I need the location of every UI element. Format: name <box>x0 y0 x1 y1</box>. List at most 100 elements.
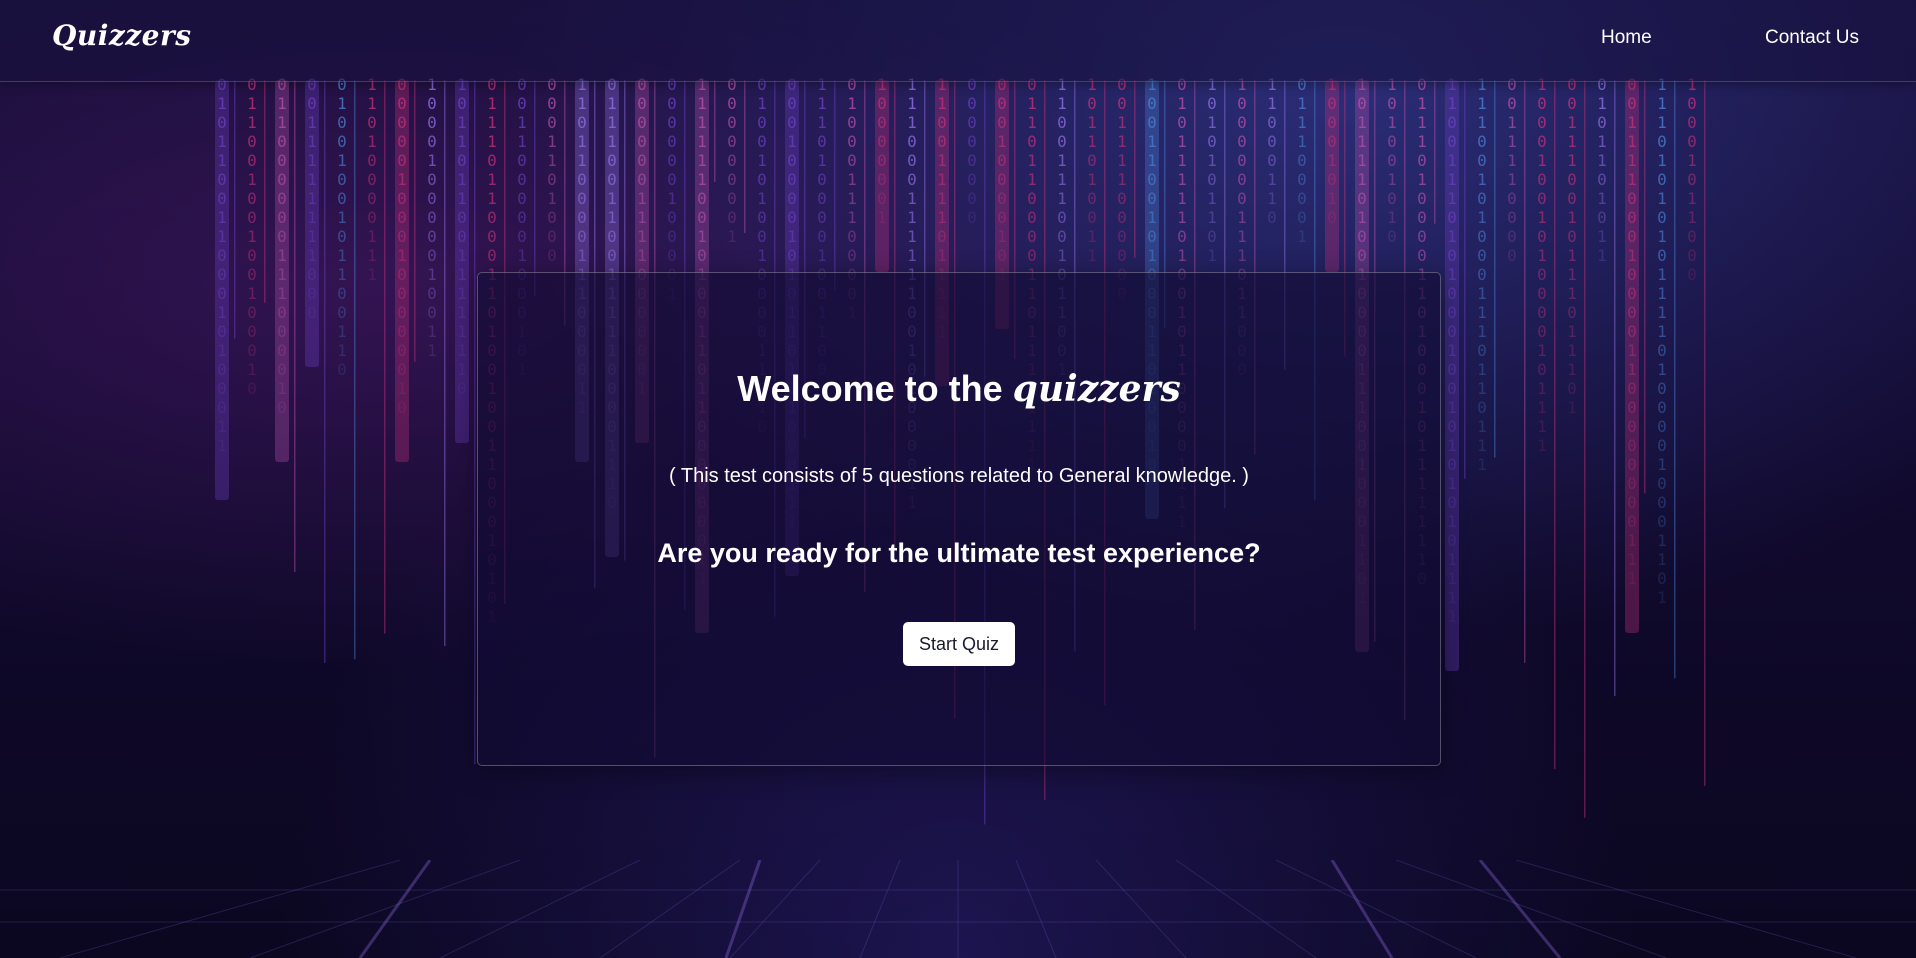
svg-text:0: 0 <box>1027 208 1037 227</box>
svg-text:1: 1 <box>1087 170 1097 189</box>
svg-text:0: 0 <box>907 151 917 170</box>
svg-text:1: 1 <box>337 94 347 113</box>
svg-text:1: 1 <box>1447 170 1457 189</box>
svg-text:0: 0 <box>1537 132 1547 151</box>
svg-text:0: 0 <box>1627 455 1637 474</box>
svg-text:0: 0 <box>277 322 287 341</box>
svg-text:0: 0 <box>697 189 707 208</box>
svg-text:1: 1 <box>217 227 227 246</box>
svg-text:1: 1 <box>757 94 767 113</box>
svg-text:0: 0 <box>1237 132 1247 151</box>
ready-question: Are you ready for the ultimate test expe… <box>657 538 1261 568</box>
svg-text:1: 1 <box>847 208 857 227</box>
svg-text:0: 0 <box>637 132 647 151</box>
svg-text:1: 1 <box>1627 531 1637 550</box>
svg-text:1: 1 <box>1627 341 1637 360</box>
svg-text:0: 0 <box>1627 94 1637 113</box>
svg-text:1: 1 <box>1417 113 1427 132</box>
svg-text:0: 0 <box>1687 227 1697 246</box>
svg-text:1: 1 <box>1027 151 1037 170</box>
svg-text:0: 0 <box>217 189 227 208</box>
svg-text:0: 0 <box>637 94 647 113</box>
svg-text:1: 1 <box>1027 170 1037 189</box>
svg-text:0: 0 <box>1327 170 1337 189</box>
svg-text:0: 0 <box>397 227 407 246</box>
svg-text:0: 0 <box>667 113 677 132</box>
svg-text:1: 1 <box>1387 113 1397 132</box>
svg-text:1: 1 <box>727 227 737 246</box>
svg-text:1: 1 <box>697 227 707 246</box>
svg-text:0: 0 <box>1447 208 1457 227</box>
svg-text:0: 0 <box>517 189 527 208</box>
svg-text:0: 0 <box>307 303 317 322</box>
svg-text:1: 1 <box>337 341 347 360</box>
svg-text:0: 0 <box>1627 189 1637 208</box>
svg-text:1: 1 <box>487 94 497 113</box>
svg-text:0: 0 <box>337 113 347 132</box>
svg-text:1: 1 <box>1447 588 1457 607</box>
svg-text:1: 1 <box>1207 113 1217 132</box>
top-navbar: Quizzers Home Contact Us <box>0 0 1916 82</box>
svg-text:0: 0 <box>997 170 1007 189</box>
svg-text:0: 0 <box>577 189 587 208</box>
svg-text:0: 0 <box>1567 94 1577 113</box>
svg-text:0: 0 <box>397 360 407 379</box>
svg-text:1: 1 <box>1447 436 1457 455</box>
svg-text:0: 0 <box>217 360 227 379</box>
svg-text:1: 1 <box>1177 170 1187 189</box>
svg-text:1: 1 <box>1627 569 1637 588</box>
svg-text:1: 1 <box>817 94 827 113</box>
svg-text:1: 1 <box>757 151 767 170</box>
svg-text:0: 0 <box>1627 474 1637 493</box>
svg-text:1: 1 <box>607 132 617 151</box>
svg-text:0: 0 <box>1477 265 1487 284</box>
svg-text:1: 1 <box>1477 303 1487 322</box>
nav-home-link[interactable]: Home <box>1601 27 1652 49</box>
svg-text:0: 0 <box>1177 227 1187 246</box>
svg-text:0: 0 <box>787 170 797 189</box>
svg-text:0: 0 <box>1627 379 1637 398</box>
svg-text:0: 0 <box>1447 322 1457 341</box>
start-quiz-button[interactable]: Start Quiz <box>903 622 1015 666</box>
svg-text:0: 0 <box>1057 227 1067 246</box>
svg-text:0: 0 <box>277 398 287 417</box>
svg-text:0: 0 <box>1087 151 1097 170</box>
svg-text:0: 0 <box>1117 189 1127 208</box>
svg-text:1: 1 <box>907 113 917 132</box>
svg-text:1: 1 <box>1657 189 1667 208</box>
svg-text:1: 1 <box>1117 113 1127 132</box>
svg-text:0: 0 <box>1147 170 1157 189</box>
rain-column: 000000001 <box>727 75 746 246</box>
svg-text:0: 0 <box>577 227 587 246</box>
svg-text:1: 1 <box>247 360 257 379</box>
svg-text:1: 1 <box>1597 227 1607 246</box>
svg-text:1: 1 <box>307 170 317 189</box>
svg-text:1: 1 <box>1177 132 1187 151</box>
svg-text:0: 0 <box>217 379 227 398</box>
svg-text:0: 0 <box>1027 227 1037 246</box>
svg-text:0: 0 <box>697 246 707 265</box>
svg-text:1: 1 <box>1597 132 1607 151</box>
svg-text:0: 0 <box>1417 208 1427 227</box>
svg-text:1: 1 <box>1657 550 1667 569</box>
svg-text:1: 1 <box>1417 170 1427 189</box>
nav-contact-link[interactable]: Contact Us <box>1765 27 1859 49</box>
svg-text:0: 0 <box>1537 113 1547 132</box>
svg-text:1: 1 <box>367 265 377 284</box>
rain-column: 001111000000 <box>1117 75 1136 303</box>
svg-text:1: 1 <box>1477 417 1487 436</box>
brand-logo[interactable]: Quizzers <box>52 19 192 52</box>
svg-text:1: 1 <box>607 208 617 227</box>
svg-text:0: 0 <box>487 208 497 227</box>
svg-text:1: 1 <box>1057 189 1067 208</box>
svg-text:0: 0 <box>1507 246 1517 265</box>
svg-text:0: 0 <box>1267 151 1277 170</box>
svg-text:0: 0 <box>1657 398 1667 417</box>
svg-text:0: 0 <box>1027 189 1037 208</box>
svg-text:0: 0 <box>247 303 257 322</box>
svg-text:0: 0 <box>1417 189 1427 208</box>
svg-text:0: 0 <box>1537 303 1547 322</box>
svg-text:0: 0 <box>307 94 317 113</box>
svg-text:1: 1 <box>1117 132 1127 151</box>
svg-text:0: 0 <box>1657 512 1667 531</box>
